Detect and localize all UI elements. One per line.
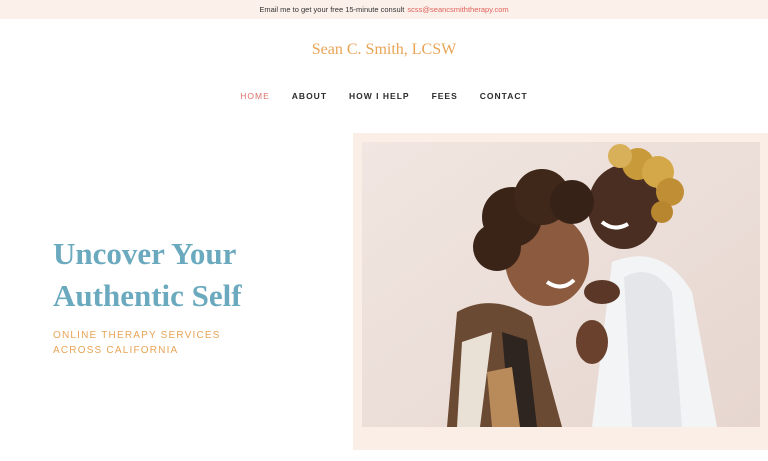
hero-subtitle: ONLINE THERAPY SERVICES ACROSS CALIFORNI… [53,328,313,358]
announcement-bar: Email me to get your free 15-minute cons… [0,0,768,19]
site-logo-text[interactable]: Sean C. Smith, LCSW [0,41,768,59]
nav-item-home[interactable]: HOME [240,91,270,101]
hero-subtitle-line-2: ACROSS CALIFORNIA [53,345,179,356]
hero-photo [362,142,760,427]
hero-title-line-2: Authentic Self [53,278,242,313]
hero-title: Uncover Your Authentic Self [53,233,333,317]
hero-subtitle-line-1: ONLINE THERAPY SERVICES [53,330,221,341]
nav-item-how-i-help[interactable]: HOW I HELP [349,91,410,101]
announcement-text: Email me to get your free 15-minute cons… [259,5,405,14]
couple-embracing-illustration [362,142,760,427]
main-nav: HOME ABOUT HOW I HELP FEES CONTACT [0,91,768,101]
hero-title-line-1: Uncover Your [53,236,237,271]
email-link[interactable]: scss@seancsmiththerapy.com [407,5,508,14]
nav-item-about[interactable]: ABOUT [292,91,327,101]
hero-photo-frame [353,133,768,450]
nav-item-contact[interactable]: CONTACT [480,91,528,101]
nav-item-fees[interactable]: FEES [432,91,458,101]
